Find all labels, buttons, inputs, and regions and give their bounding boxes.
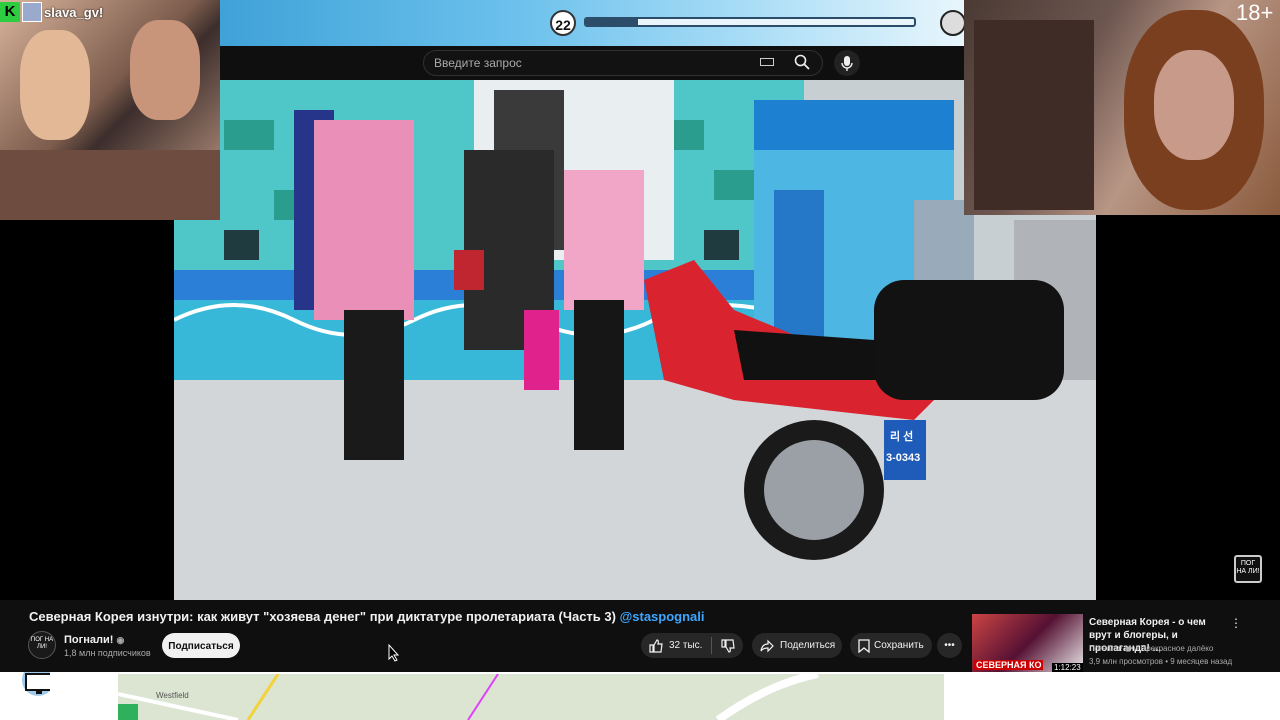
webcam-name-bar: K slava_gv​! <box>0 0 103 24</box>
share-label: Поделиться <box>780 640 836 651</box>
save-label: Сохранить <box>874 640 924 651</box>
share-button[interactable]: Поделиться <box>752 633 842 658</box>
age-rating-label: 18+ <box>1236 0 1274 25</box>
image-icon <box>22 2 42 22</box>
webcam-left <box>0 0 220 220</box>
streamer-username: slava_gv​! <box>44 4 104 20</box>
timer-badge: 22 <box>550 10 576 36</box>
dislike-icon[interactable] <box>721 639 735 653</box>
channel-name[interactable]: Погнали! ◉ <box>64 634 124 646</box>
verified-icon: ◉ <box>116 635 125 645</box>
save-button[interactable]: Сохранить <box>850 633 932 658</box>
map-place-label: Westfield <box>156 691 189 700</box>
channel-watermark: ПОГ НА ЛИ! <box>1234 555 1262 583</box>
subscriber-count: 1,8 млн подписчиков <box>64 648 151 658</box>
video-player[interactable]: 리 선 3-0343 <box>174 80 1096 600</box>
video-title: Северная Корея изнутри: как живут "хозяе… <box>29 609 705 624</box>
channel-avatar[interactable]: ПОГ НА ЛИ! <box>28 631 56 659</box>
share-icon <box>760 639 774 653</box>
license-plate-number: 3-0343 <box>886 452 921 464</box>
microphone-icon[interactable] <box>834 50 860 76</box>
webcam-right <box>964 0 1280 215</box>
video-title-text: Северная Корея изнутри: как живут "хозяе… <box>29 609 616 624</box>
thumbnail-caption: СЕВЕРНАЯ КО <box>974 660 1044 670</box>
progress-bar <box>584 17 916 27</box>
map-roads <box>118 674 819 720</box>
bookmark-icon <box>858 639 870 653</box>
video-duration: 1:12:23 <box>1052 663 1083 672</box>
kick-badge: K <box>0 2 20 22</box>
recommended-video-channel[interactable]: Погнали! ◉ и Прекрасное далёко <box>1089 644 1213 653</box>
recommended-menu-icon[interactable]: ⋮ <box>1230 616 1242 630</box>
like-count[interactable]: 32 тыс. <box>669 633 702 658</box>
coin-icon <box>940 10 966 36</box>
keyboard-icon[interactable] <box>760 58 774 66</box>
license-plate-top: 리 선 <box>890 431 914 443</box>
more-actions-button[interactable]: ••• <box>937 633 962 658</box>
recommended-video-meta: 3,9 млн просмотров • 9 месяцев назад <box>1089 657 1233 666</box>
map-view[interactable] <box>118 674 944 720</box>
channel-name-text: Погнали! <box>64 634 114 646</box>
video-frame-scene <box>174 80 1096 600</box>
like-dislike-group: 32 тыс. <box>641 633 743 658</box>
monitor-icon[interactable] <box>10 672 50 698</box>
progress-fill <box>586 19 639 25</box>
mouse-cursor-icon <box>388 644 400 662</box>
subscribe-button[interactable]: Подписаться <box>162 633 240 658</box>
pill-divider <box>711 637 712 654</box>
search-icon[interactable] <box>794 54 810 70</box>
like-icon[interactable] <box>649 639 663 653</box>
channel-handle-link[interactable]: @stаspognali <box>620 609 705 624</box>
